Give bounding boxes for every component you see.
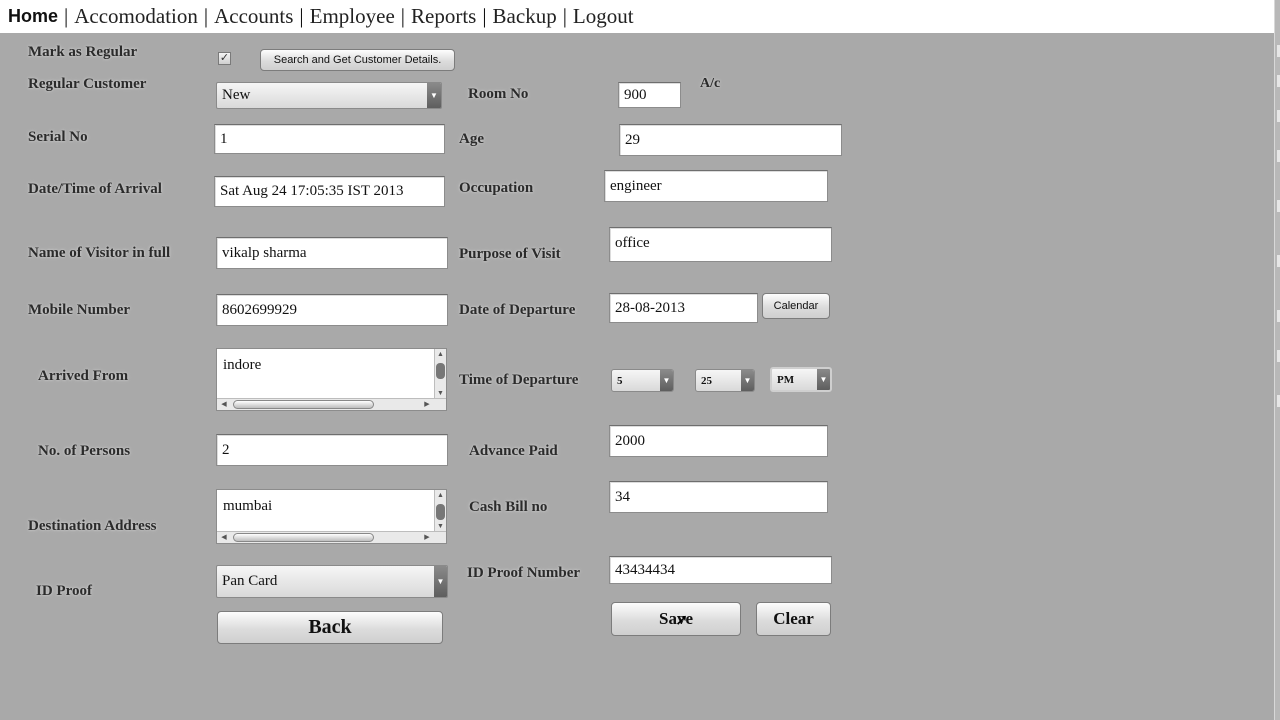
id-proof-label: ID Proof — [36, 583, 92, 599]
scroll-thumb[interactable] — [233, 533, 374, 542]
regular-customer-label: Regular Customer — [28, 76, 147, 92]
arrived-from-textarea[interactable]: indore ▲ ▼ ◀ ▶ — [216, 348, 447, 411]
id-proof-value: Pan Card — [222, 573, 278, 589]
advance-label: Advance Paid — [469, 443, 558, 459]
scroll-up-icon[interactable]: ▲ — [435, 490, 446, 500]
regular-customer-value: New — [222, 87, 251, 103]
ac-label: A/c — [700, 76, 721, 91]
menu-separator: | — [299, 4, 304, 28]
menu-reports[interactable]: Reports — [411, 4, 476, 29]
menu-accounts[interactable]: Accounts — [214, 4, 293, 29]
chevron-down-icon: ▼ — [741, 370, 754, 391]
occupation-label: Occupation — [459, 180, 534, 196]
id-number-label: ID Proof Number — [467, 565, 581, 581]
purpose-field[interactable]: office — [609, 227, 832, 262]
age-label: Age — [459, 131, 484, 147]
mobile-label: Mobile Number — [28, 302, 131, 318]
id-number-field[interactable]: 43434434 — [609, 556, 832, 584]
persons-label: No. of Persons — [38, 443, 131, 459]
top-menu-bar: Home | Accomodation | Accounts | Employe… — [0, 0, 1274, 33]
menu-home[interactable]: Home — [8, 6, 58, 27]
persons-field[interactable]: 2 — [216, 434, 448, 466]
calendar-button[interactable]: Calendar — [762, 293, 830, 319]
back-button[interactable]: Back — [217, 611, 443, 644]
clear-button[interactable]: Clear — [756, 602, 831, 636]
mark-regular-label: Mark as Regular — [28, 44, 138, 60]
vertical-scrollbar[interactable]: ▲ ▼ — [434, 490, 446, 531]
visitor-name-label: Name of Visitor in full — [28, 245, 171, 261]
chevron-down-icon: ▼ — [817, 369, 830, 390]
departure-minute-select[interactable]: 25 ▼ — [695, 369, 755, 392]
chevron-down-icon: ▼ — [427, 83, 441, 108]
scroll-down-icon[interactable]: ▼ — [435, 521, 446, 531]
purpose-label: Purpose of Visit — [459, 246, 561, 262]
menu-employee[interactable]: Employee — [310, 4, 395, 29]
destination-value: mumbai — [223, 498, 273, 514]
departure-minute-value: 25 — [701, 374, 712, 387]
scroll-up-icon[interactable]: ▲ — [435, 349, 446, 359]
age-field[interactable]: 29 — [619, 124, 842, 156]
arrived-from-value: indore — [223, 357, 262, 373]
scroll-right-icon[interactable]: ▶ — [422, 399, 432, 410]
mark-regular-checkbox[interactable]: ✓ — [218, 52, 231, 65]
menu-separator: | — [203, 4, 209, 28]
chevron-down-icon: ▼ — [434, 566, 447, 597]
menu-logout[interactable]: Logout — [573, 4, 634, 29]
menu-accomodation[interactable]: Accomodation — [74, 4, 198, 29]
menu-separator: | — [400, 4, 405, 28]
vertical-scrollbar[interactable]: ▲ ▼ — [434, 349, 446, 398]
departure-date-label: Date of Departure — [459, 302, 576, 318]
regular-customer-select[interactable]: New ▼ — [216, 82, 442, 109]
menu-separator: | — [562, 4, 567, 28]
visitor-name-field[interactable]: vikalp sharma — [216, 237, 448, 269]
cash-bill-label: Cash Bill no — [469, 499, 548, 515]
advance-field[interactable]: 2000 — [609, 425, 828, 457]
scroll-down-icon[interactable]: ▼ — [435, 388, 446, 398]
occupation-field[interactable]: engineer — [604, 170, 828, 202]
departure-ampm-value: PM — [777, 373, 795, 386]
departure-hour-select[interactable]: 5 ▼ — [611, 369, 674, 392]
scroll-thumb[interactable] — [436, 363, 445, 379]
menu-backup[interactable]: Backup — [493, 4, 557, 29]
arrival-label: Date/Time of Arrival — [28, 181, 162, 197]
room-no-field[interactable]: 900 — [618, 82, 681, 108]
destination-textarea[interactable]: mumbai ▲ ▼ ◀ ▶ — [216, 489, 447, 544]
departure-time-label: Time of Departure — [459, 372, 579, 388]
scroll-right-icon[interactable]: ▶ — [422, 532, 432, 543]
departure-date-field[interactable]: 28-08-2013 — [609, 293, 758, 323]
chevron-down-icon: ▼ — [660, 370, 673, 391]
menu-separator: | — [64, 4, 69, 28]
cash-bill-field[interactable]: 34 — [609, 481, 828, 513]
room-no-label: Room No — [468, 86, 529, 102]
horizontal-scrollbar[interactable]: ◀ ▶ — [217, 531, 446, 543]
scroll-left-icon[interactable]: ◀ — [219, 399, 229, 410]
horizontal-scrollbar[interactable]: ◀ ▶ — [217, 398, 446, 410]
mouse-cursor-icon: ➚ — [675, 612, 689, 629]
scroll-thumb[interactable] — [233, 400, 374, 409]
arrived-from-label: Arrived From — [38, 368, 129, 384]
scroll-thumb[interactable] — [436, 504, 445, 520]
departure-hour-value: 5 — [617, 374, 623, 387]
window-edge — [1274, 0, 1280, 720]
search-customer-button[interactable]: Search and Get Customer Details. — [260, 49, 455, 71]
scroll-left-icon[interactable]: ◀ — [219, 532, 229, 543]
departure-ampm-select[interactable]: PM ▼ — [770, 367, 832, 392]
destination-label: Destination Address — [28, 518, 157, 534]
arrival-field[interactable]: Sat Aug 24 17:05:35 IST 2013 — [214, 176, 445, 207]
mobile-field[interactable]: 8602699929 — [216, 294, 448, 326]
menu-separator: | — [482, 4, 487, 28]
serial-no-label: Serial No — [28, 129, 88, 145]
id-proof-select[interactable]: Pan Card ▼ — [216, 565, 448, 598]
serial-no-field[interactable]: 1 — [214, 124, 445, 154]
